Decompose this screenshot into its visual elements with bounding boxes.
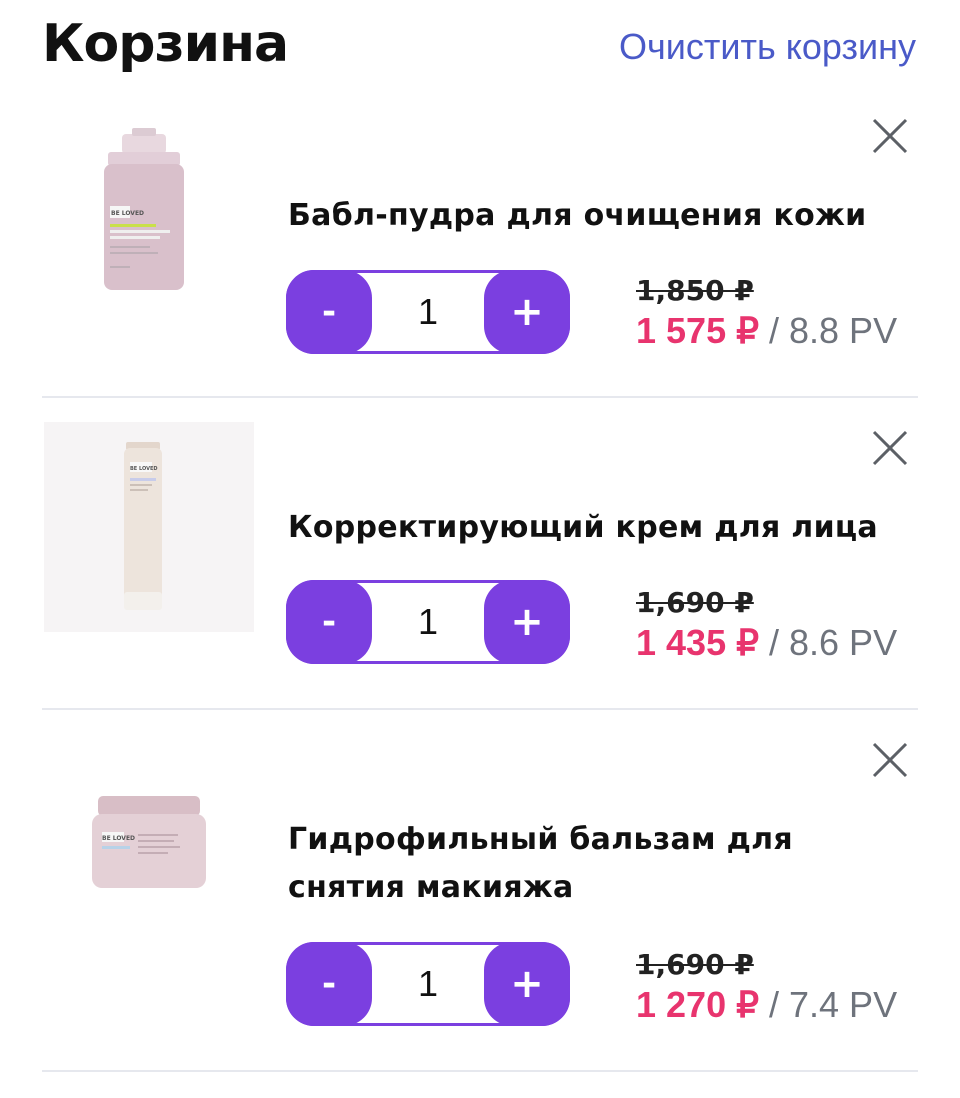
cart-header: Корзина Очистить корзину: [0, 0, 960, 100]
increase-quantity-button[interactable]: +: [484, 942, 570, 1026]
brand-logo-text: BE LOVED: [130, 466, 158, 472]
quantity-value[interactable]: 1: [375, 945, 481, 1023]
close-icon: [872, 118, 908, 154]
price-row: 1 575 ₽ / 8.8 PV: [636, 310, 897, 352]
product-name: Бабл-пудра для очищения кожи: [288, 198, 867, 233]
price-row: 1 435 ₽ / 8.6 PV: [636, 622, 897, 664]
old-price: 1,850 ₽: [636, 274, 754, 307]
product-name: Корректирующий крем для лица: [288, 510, 878, 545]
close-icon: [872, 742, 908, 778]
close-icon: [872, 430, 908, 466]
product-image: BE LOVED: [44, 422, 254, 632]
quantity-stepper: - 1 +: [286, 270, 570, 354]
old-price: 1,690 ₽: [636, 948, 754, 981]
remove-item-button[interactable]: [870, 428, 910, 468]
increase-quantity-button[interactable]: +: [484, 270, 570, 354]
current-price: 1 575 ₽: [636, 310, 759, 351]
current-price: 1 270 ₽: [636, 984, 759, 1025]
quantity-value[interactable]: 1: [375, 583, 481, 661]
current-price: 1 435 ₽: [636, 622, 759, 663]
price-row: 1 270 ₽ / 7.4 PV: [636, 984, 897, 1026]
pv-value: / 8.8 PV: [759, 310, 898, 351]
pv-value: / 7.4 PV: [759, 984, 898, 1025]
quantity-value[interactable]: 1: [375, 273, 481, 351]
pv-value: / 8.6 PV: [759, 622, 898, 663]
brand-logo-text: BE LOVED: [111, 210, 144, 217]
increase-quantity-button[interactable]: +: [484, 580, 570, 664]
old-price: 1,690 ₽: [636, 586, 754, 619]
product-image: BE LOVED: [44, 750, 254, 960]
cart-item: BE LOVED Корректирующий крем для лица - …: [0, 398, 960, 710]
cart-item: BE LOVED Бабл-пудра для очищения кожи - …: [0, 100, 960, 398]
decrease-quantity-button[interactable]: -: [286, 270, 372, 354]
remove-item-button[interactable]: [870, 116, 910, 156]
product-name: Гидрофильный бальзам для снятия макияжа: [288, 822, 793, 905]
divider: [42, 1070, 918, 1072]
cart-item: BE LOVED Гидрофильный бальзам для снятия…: [0, 710, 960, 1072]
clear-cart-link[interactable]: Очистить корзину: [619, 26, 916, 68]
brand-logo-text: BE LOVED: [102, 835, 135, 842]
quantity-stepper: - 1 +: [286, 942, 570, 1026]
remove-item-button[interactable]: [870, 740, 910, 780]
decrease-quantity-button[interactable]: -: [286, 942, 372, 1026]
decrease-quantity-button[interactable]: -: [286, 580, 372, 664]
product-image: BE LOVED: [44, 128, 254, 338]
page-title: Корзина: [42, 14, 289, 74]
quantity-stepper: - 1 +: [286, 580, 570, 664]
